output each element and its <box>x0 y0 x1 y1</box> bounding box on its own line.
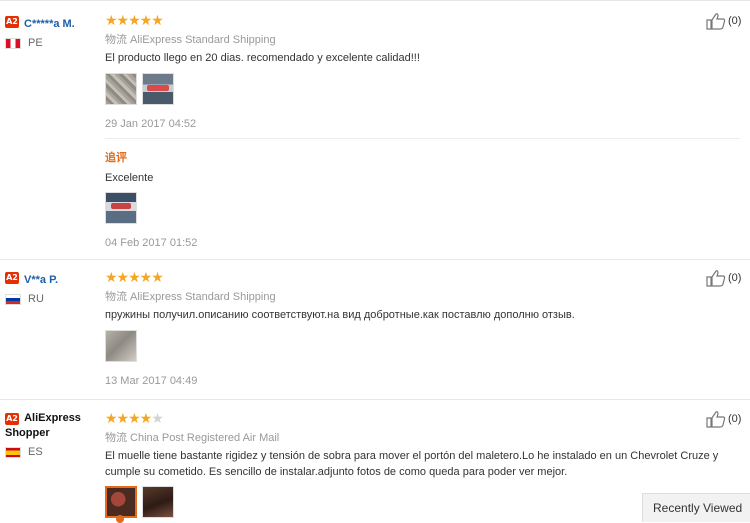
reviewer-country: ES <box>5 446 100 458</box>
review-photo[interactable] <box>105 73 137 105</box>
recently-viewed-button[interactable]: Recently Viewed <box>642 493 750 522</box>
thumbs-up-icon <box>706 411 726 428</box>
reviewer-name[interactable]: V**a P. <box>24 274 58 286</box>
review-photos <box>105 330 137 362</box>
review-content: ★★★★★ 物流 AliExpress Standard Shipping <box>105 270 705 304</box>
additional-review-divider <box>105 138 740 139</box>
shipping-method: 物流 AliExpress Standard Shipping <box>105 34 276 46</box>
reviewer-country: PE <box>5 37 100 49</box>
like-count: (0) <box>728 272 742 284</box>
review-content: ★★★★★ 物流 AliExpress Standard Shipping <box>105 13 705 47</box>
star-rating: ★★★★★ <box>105 269 164 285</box>
country-code: PE <box>28 37 43 49</box>
additional-review-label: 追评 <box>105 152 127 164</box>
country-code: ES <box>28 446 43 458</box>
review-photo[interactable] <box>142 73 174 105</box>
level-badge: A2 <box>5 272 19 284</box>
review-text: El producto llego en 20 dias. recomendad… <box>105 52 420 64</box>
like-button[interactable]: (0) <box>706 12 741 30</box>
reviewer-info: A2 C*****a M. PE <box>5 14 100 49</box>
review-text: El muelle tiene bastante rigidez y tensi… <box>105 450 719 478</box>
shipping-method: 物流 AliExpress Standard Shipping <box>105 291 276 303</box>
like-count: (0) <box>728 413 742 425</box>
spain-flag-icon <box>5 446 21 458</box>
review-content: ★★★★★ 物流 China Post Registered Air Mail <box>105 411 705 445</box>
country-code: RU <box>28 293 44 305</box>
reviewer-info: A2 V**a P. RU <box>5 270 100 305</box>
review-photo[interactable] <box>105 330 137 362</box>
star-rating: ★★★★★ <box>105 12 164 28</box>
review-date: 13 Mar 2017 04:49 <box>105 375 198 387</box>
review-photos <box>105 73 174 105</box>
shipping-method: 物流 China Post Registered Air Mail <box>105 432 280 444</box>
additional-review-text: Excelente <box>105 172 154 184</box>
level-badge: A2 <box>5 16 19 28</box>
peru-flag-icon <box>5 37 21 49</box>
review-divider <box>0 259 750 260</box>
like-button[interactable]: (0) <box>706 269 741 287</box>
review-photos <box>105 486 174 518</box>
reviewer-country: RU <box>5 293 100 305</box>
reviewer-name[interactable]: C*****a M. <box>24 18 75 30</box>
additional-review-date: 04 Feb 2017 01:52 <box>105 237 198 249</box>
thumbs-up-icon <box>706 13 726 30</box>
top-divider <box>0 0 750 1</box>
review-photo[interactable] <box>142 486 174 518</box>
like-button[interactable]: (0) <box>706 410 741 428</box>
level-badge: A2 <box>5 413 19 425</box>
review-divider <box>0 399 750 400</box>
reviewer-info: A2 AliExpress Shopper ES <box>5 411 100 458</box>
review-photo-selected[interactable] <box>105 486 137 518</box>
additional-review-photos <box>105 192 137 224</box>
review-photo[interactable] <box>105 192 137 224</box>
review-text: пружины получил.описанию соответствуют.н… <box>105 309 575 321</box>
russia-flag-icon <box>5 293 21 305</box>
review-date: 29 Jan 2017 04:52 <box>105 118 197 130</box>
thumbs-up-icon <box>706 270 726 287</box>
like-count: (0) <box>728 15 742 27</box>
star-rating: ★★★★★ <box>105 410 164 426</box>
